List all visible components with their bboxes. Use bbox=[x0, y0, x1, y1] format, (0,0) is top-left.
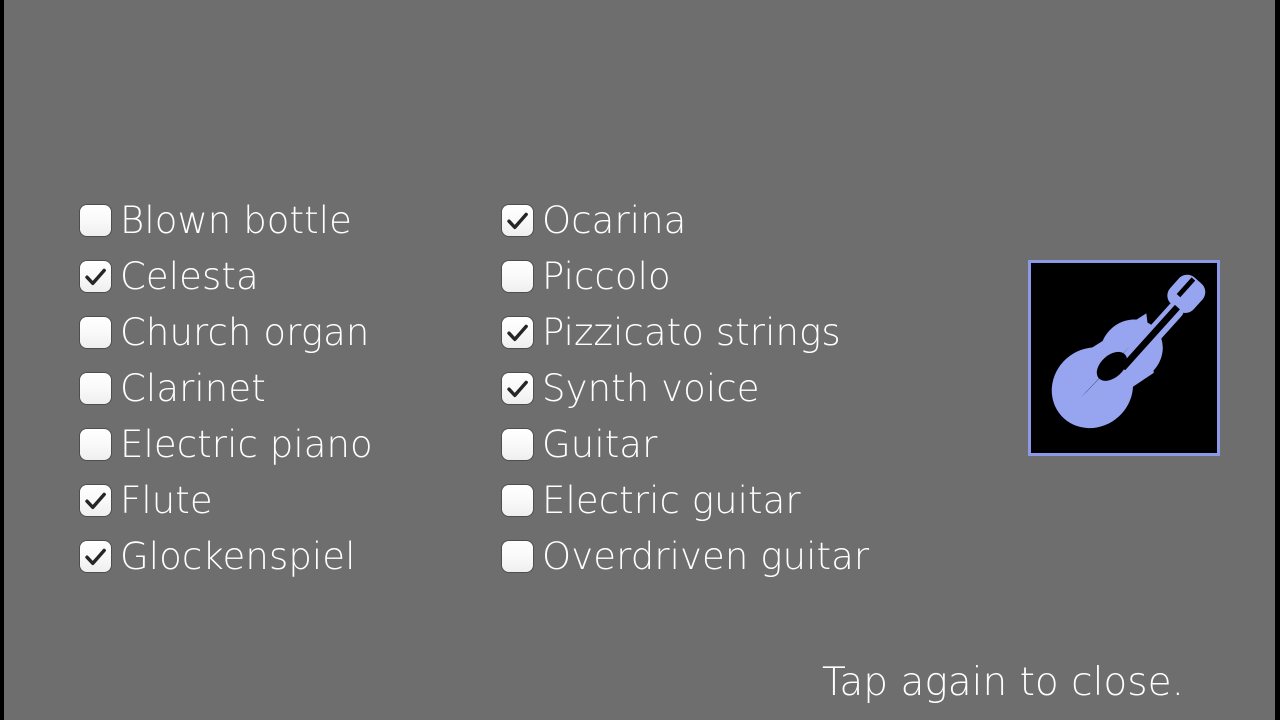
checkbox-unchecked-icon[interactable] bbox=[502, 260, 533, 292]
checkbox-unchecked-icon[interactable] bbox=[80, 428, 111, 460]
instrument-label: Ocarina bbox=[542, 198, 687, 242]
instrument-label: Clarinet bbox=[120, 366, 266, 410]
checkbox-checked-icon[interactable] bbox=[502, 372, 533, 404]
instrument-checkbox-row[interactable]: Celesta bbox=[80, 248, 373, 304]
instrument-icon-panel bbox=[1028, 260, 1220, 456]
checkbox-unchecked-icon[interactable] bbox=[80, 316, 111, 348]
checkbox-checked-icon[interactable] bbox=[502, 204, 533, 236]
instrument-label: Celesta bbox=[120, 254, 259, 298]
instrument-label: Overdriven guitar bbox=[542, 534, 870, 578]
instrument-label: Synth voice bbox=[542, 366, 760, 410]
instrument-checkbox-row[interactable]: Flute bbox=[80, 472, 373, 528]
instrument-label: Flute bbox=[120, 478, 213, 522]
instrument-label: Church organ bbox=[120, 310, 370, 354]
instrument-checkbox-row[interactable]: Church organ bbox=[80, 304, 373, 360]
instrument-checkbox-row[interactable]: Ocarina bbox=[502, 192, 869, 248]
instrument-label: Guitar bbox=[542, 422, 658, 466]
checkbox-checked-icon[interactable] bbox=[80, 540, 111, 572]
checkbox-unchecked-icon[interactable] bbox=[80, 204, 111, 236]
checkbox-unchecked-icon[interactable] bbox=[502, 428, 533, 460]
checkbox-unchecked-icon[interactable] bbox=[80, 372, 111, 404]
instrument-checkbox-row[interactable]: Electric guitar bbox=[502, 472, 869, 528]
instrument-checkbox-row[interactable]: Electric piano bbox=[80, 416, 373, 472]
instrument-label: Electric guitar bbox=[542, 478, 801, 522]
acoustic-guitar-icon bbox=[1051, 274, 1206, 429]
checkbox-checked-icon[interactable] bbox=[80, 260, 111, 292]
instrument-checkbox-row[interactable]: Overdriven guitar bbox=[502, 528, 869, 584]
close-hint-text: Tap again to close. bbox=[822, 660, 1184, 705]
instrument-checkbox-row[interactable]: Pizzicato strings bbox=[502, 304, 869, 360]
instrument-label: Pizzicato strings bbox=[542, 310, 841, 354]
instrument-label: Glockenspiel bbox=[120, 534, 356, 578]
instrument-checkbox-row[interactable]: Clarinet bbox=[80, 360, 373, 416]
instrument-label: Electric piano bbox=[120, 422, 373, 466]
instrument-checkbox-row[interactable]: Synth voice bbox=[502, 360, 869, 416]
instrument-column-left: Blown bottle Celesta Church organ Clarinet E… bbox=[80, 192, 373, 584]
checkbox-checked-icon[interactable] bbox=[502, 316, 533, 348]
instrument-checkbox-row[interactable]: Glockenspiel bbox=[80, 528, 373, 584]
instrument-label: Blown bottle bbox=[120, 198, 352, 242]
checkbox-checked-icon[interactable] bbox=[80, 484, 111, 516]
instrument-checkbox-row[interactable]: Piccolo bbox=[502, 248, 869, 304]
instrument-picker-screen: Blown bottle Celesta Church organ Clarinet E… bbox=[0, 0, 1280, 720]
instrument-checkbox-row[interactable]: Blown bottle bbox=[80, 192, 373, 248]
instrument-label: Piccolo bbox=[542, 254, 671, 298]
instrument-column-right: Ocarina Piccolo Pizzicato strings Synth voi… bbox=[502, 192, 869, 584]
checkbox-unchecked-icon[interactable] bbox=[502, 540, 533, 572]
instrument-checkbox-row[interactable]: Guitar bbox=[502, 416, 869, 472]
checkbox-unchecked-icon[interactable] bbox=[502, 484, 533, 516]
